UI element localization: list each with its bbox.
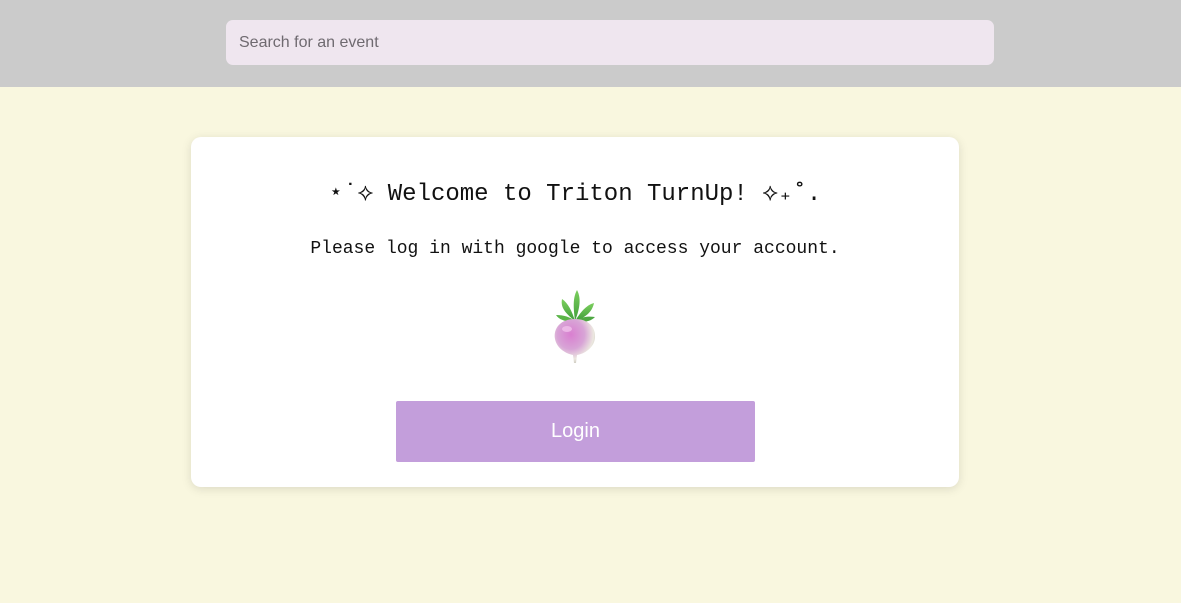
welcome-title: ⋆˙⟡ Welcome to Triton TurnUp! ⟡₊˚.: [328, 181, 822, 208]
login-button[interactable]: Login: [396, 401, 755, 462]
top-bar: [0, 0, 1181, 87]
login-instructions: Please log in with google to access your…: [310, 239, 840, 259]
turnip-icon: [554, 290, 596, 363]
login-card: ⋆˙⟡ Welcome to Triton TurnUp! ⟡₊˚. Pleas…: [191, 137, 959, 487]
search-input[interactable]: [226, 20, 994, 65]
